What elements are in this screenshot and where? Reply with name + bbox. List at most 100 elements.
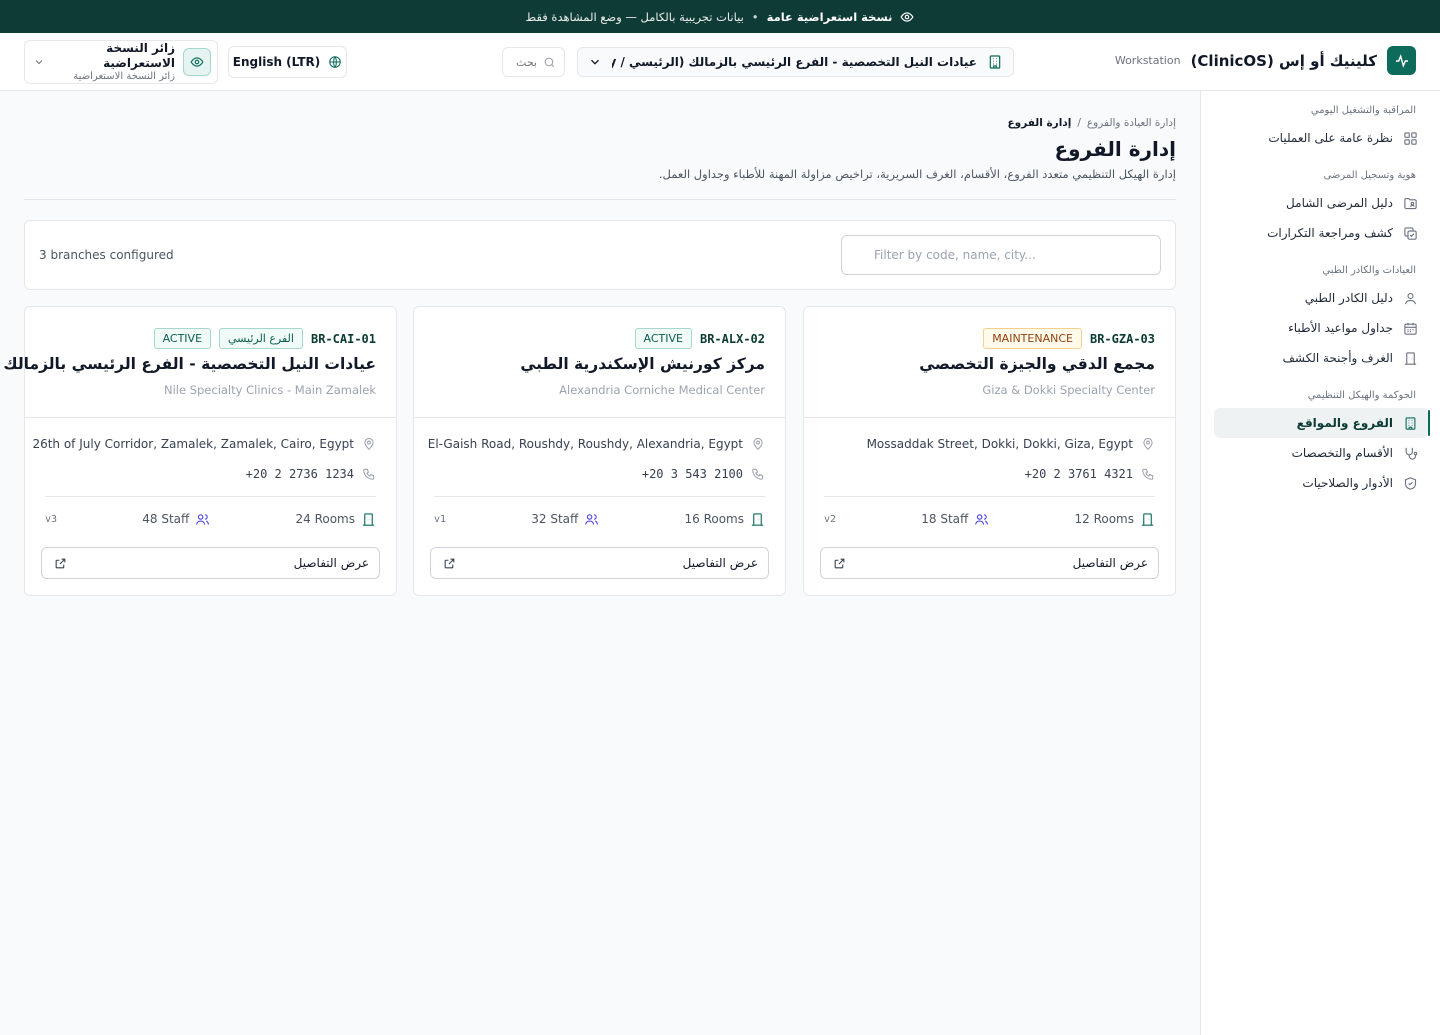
branch-address: Mossaddak Street, Dokki, Dokki, Giza, Eg…: [867, 437, 1155, 451]
globe-icon: [328, 55, 342, 69]
rooms-stat: 16 Rooms: [684, 512, 765, 527]
card-badges: BR-ALX-02 ACTIVE: [634, 328, 765, 349]
search-icon: [543, 56, 556, 69]
sidebar-item-departments[interactable]: الأقسام والتخصصات: [1214, 438, 1428, 468]
branch-phone: +20 3 543 2100: [642, 467, 765, 481]
view-details-button[interactable]: عرض التفاصيل: [430, 547, 769, 579]
sidebar-section-title: العيادات والكادر الطبي: [1322, 265, 1416, 276]
rooms-count: 12 Rooms: [1074, 512, 1134, 526]
sidebar-item-label: الغرف وأجنحة الكشف: [1282, 351, 1393, 365]
door-icon: [750, 512, 765, 527]
sidebar-section-title: المراقبة والتشغيل اليومي: [1310, 105, 1416, 116]
sidebar-item-medical-staff[interactable]: دليل الكادر الطبي: [1214, 283, 1428, 313]
brand-name: كلينيك أو إس (ClinicOS): [1190, 51, 1377, 70]
sidebar-section-title: هوية وتسجيل المرضى: [1323, 170, 1416, 181]
rooms-count: 24 Rooms: [295, 512, 355, 526]
sidebar-item-patient-directory[interactable]: دليل المرضى الشامل: [1214, 188, 1428, 218]
branch-stats: 24 Rooms 48 Staff v3: [45, 509, 376, 529]
address-text: Mossaddak Street, Dokki, Dokki, Giza, Eg…: [866, 437, 1133, 451]
building-icon: [987, 54, 1003, 70]
address-text: El-Gaish Road, Roushdy, Roushdy, Alexand…: [427, 437, 743, 451]
users-icon: [974, 512, 989, 527]
phone-icon: [751, 467, 765, 481]
brand[interactable]: كلينيك أو إس (ClinicOS) Workstation: [1115, 46, 1416, 75]
view-details-button[interactable]: عرض التفاصيل: [820, 547, 1159, 579]
sidebar-item-label: جداول مواعيد الأطباء: [1288, 321, 1393, 335]
global-search[interactable]: [502, 47, 565, 77]
branch-phone: +20 2 2736 1234: [246, 467, 376, 481]
details-label: عرض التفاصيل: [682, 556, 758, 570]
map-pin-icon: [362, 437, 376, 451]
staff-count: 48 Staff: [142, 512, 190, 526]
address-text: 26th of July Corridor, Zamalek, Zamalek,…: [32, 437, 354, 451]
user-menu[interactable]: زائر النسخة الاستعراضية زائر النسخة الاس…: [24, 40, 218, 84]
branch-code: BR-CAI-01: [310, 331, 376, 346]
staff-stat: 32 Staff: [531, 512, 599, 527]
door-icon: [361, 512, 376, 527]
staff-count: 32 Staff: [531, 512, 579, 526]
door-icon: [1403, 351, 1418, 366]
view-details-button[interactable]: عرض التفاصيل: [41, 547, 380, 579]
calendar-icon: [1403, 321, 1418, 336]
status-badge: ACTIVE: [153, 328, 212, 349]
branch-name-en: Alexandria Corniche Medical Center: [559, 383, 765, 397]
version-label: v2: [824, 513, 837, 525]
user-info: زائر النسخة الاستعراضية زائر النسخة الاس…: [53, 41, 175, 84]
filter-input[interactable]: Filter by code, name, city...: [841, 235, 1161, 275]
branch-card: BR-CAI-01 الفرع الرئيسي ACTIVE عيادات ال…: [3, 306, 397, 596]
sidebar-item-duplicates[interactable]: كشف ومراجعة التكرارات: [1214, 218, 1428, 248]
card-badges: BR-CAI-01 الفرع الرئيسي ACTIVE: [153, 328, 376, 349]
stethoscope-icon: [1403, 446, 1418, 461]
external-link-icon: [443, 557, 456, 570]
branch-address: El-Gaish Road, Roushdy, Roushdy, Alexand…: [428, 437, 765, 451]
sidebar-item-label: دليل الكادر الطبي: [1304, 291, 1393, 305]
rooms-stat: 24 Rooms: [295, 512, 376, 527]
breadcrumb-parent[interactable]: إدارة العيادة والفروع: [1087, 117, 1176, 129]
branch-name-en: Nile Specialty Clinics - Main Zamalek: [163, 383, 376, 397]
building-icon: [1403, 416, 1418, 431]
phone-icon: [1141, 467, 1155, 481]
filter-panel: Filter by code, name, city... 3 branches…: [24, 220, 1176, 290]
branch-code: BR-ALX-02: [699, 331, 765, 346]
phone-text: +20 2 2736 1234: [245, 467, 354, 481]
sidebar-item-roles[interactable]: الأدوار والصلاحيات: [1214, 468, 1428, 498]
page-title: إدارة الفروع: [1054, 137, 1176, 161]
status-badge: MAINTENANCE: [983, 328, 1082, 349]
language-toggle[interactable]: English (LTR): [228, 46, 347, 78]
sidebar-item-label: نظرة عامة على العمليات: [1268, 131, 1393, 145]
branch-name-ar: مجمع الدقي والجيزة التخصصي: [919, 355, 1155, 373]
activity-icon: [1387, 46, 1416, 75]
branch-card: BR-ALX-02 ACTIVE مركز كورنيش الإسكندرية …: [413, 306, 786, 596]
sidebar-item-rooms[interactable]: الغرف وأجنحة الكشف: [1214, 343, 1428, 373]
primary-badge: الفرع الرئيسي: [219, 328, 303, 349]
sidebar-section-title: الحوكمة والهيكل التنظيمي: [1307, 390, 1416, 401]
sidebar-item-branches[interactable]: الفروع والمواقع: [1214, 408, 1430, 438]
chevron-down-icon: [588, 55, 602, 69]
sidebar-item-operations-overview[interactable]: نظرة عامة على العمليات: [1214, 123, 1428, 153]
rooms-count: 16 Rooms: [684, 512, 744, 526]
sidebar-item-schedules[interactable]: جداول مواعيد الأطباء: [1214, 313, 1428, 343]
sidebar-item-label: الأدوار والصلاحيات: [1302, 476, 1393, 490]
staff-stat: 48 Staff: [142, 512, 210, 527]
branch-card: BR-GZA-03 MAINTENANCE مجمع الدقي والجيزة…: [803, 306, 1176, 596]
version-label: v1: [434, 513, 447, 525]
users-icon: [195, 512, 210, 527]
divider: [45, 496, 376, 497]
user-icon: [1403, 291, 1418, 306]
sidebar-item-label: دليل المرضى الشامل: [1286, 196, 1393, 210]
banner-separator: •: [751, 9, 759, 24]
shield-icon: [1403, 476, 1418, 491]
branch-selector[interactable]: عيادات النيل التخصصية - الفرع الرئيسي با…: [577, 47, 1014, 77]
copy-check-icon: [1403, 226, 1418, 241]
branch-selector-label: عيادات النيل التخصصية - الفرع الرئيسي با…: [612, 55, 977, 69]
breadcrumb: إدارة العيادة والفروع / إدارة الفروع: [1008, 117, 1177, 129]
top-header: كلينيك أو إس (ClinicOS) Workstation عياد…: [0, 33, 1440, 91]
banner-title: نسخة استعراضية عامة: [766, 9, 893, 24]
chevron-down-icon: [33, 56, 45, 68]
search-input[interactable]: [513, 55, 537, 69]
sidebar-item-label: الفروع والمواقع: [1296, 416, 1393, 430]
sidebar-item-label: الأقسام والتخصصات: [1291, 446, 1393, 460]
folder-user-icon: [1403, 196, 1418, 211]
sidebar-item-label: كشف ومراجعة التكرارات: [1267, 226, 1393, 240]
sidebar: المراقبة والتشغيل اليومي نظرة عامة على ا…: [1200, 91, 1440, 1035]
